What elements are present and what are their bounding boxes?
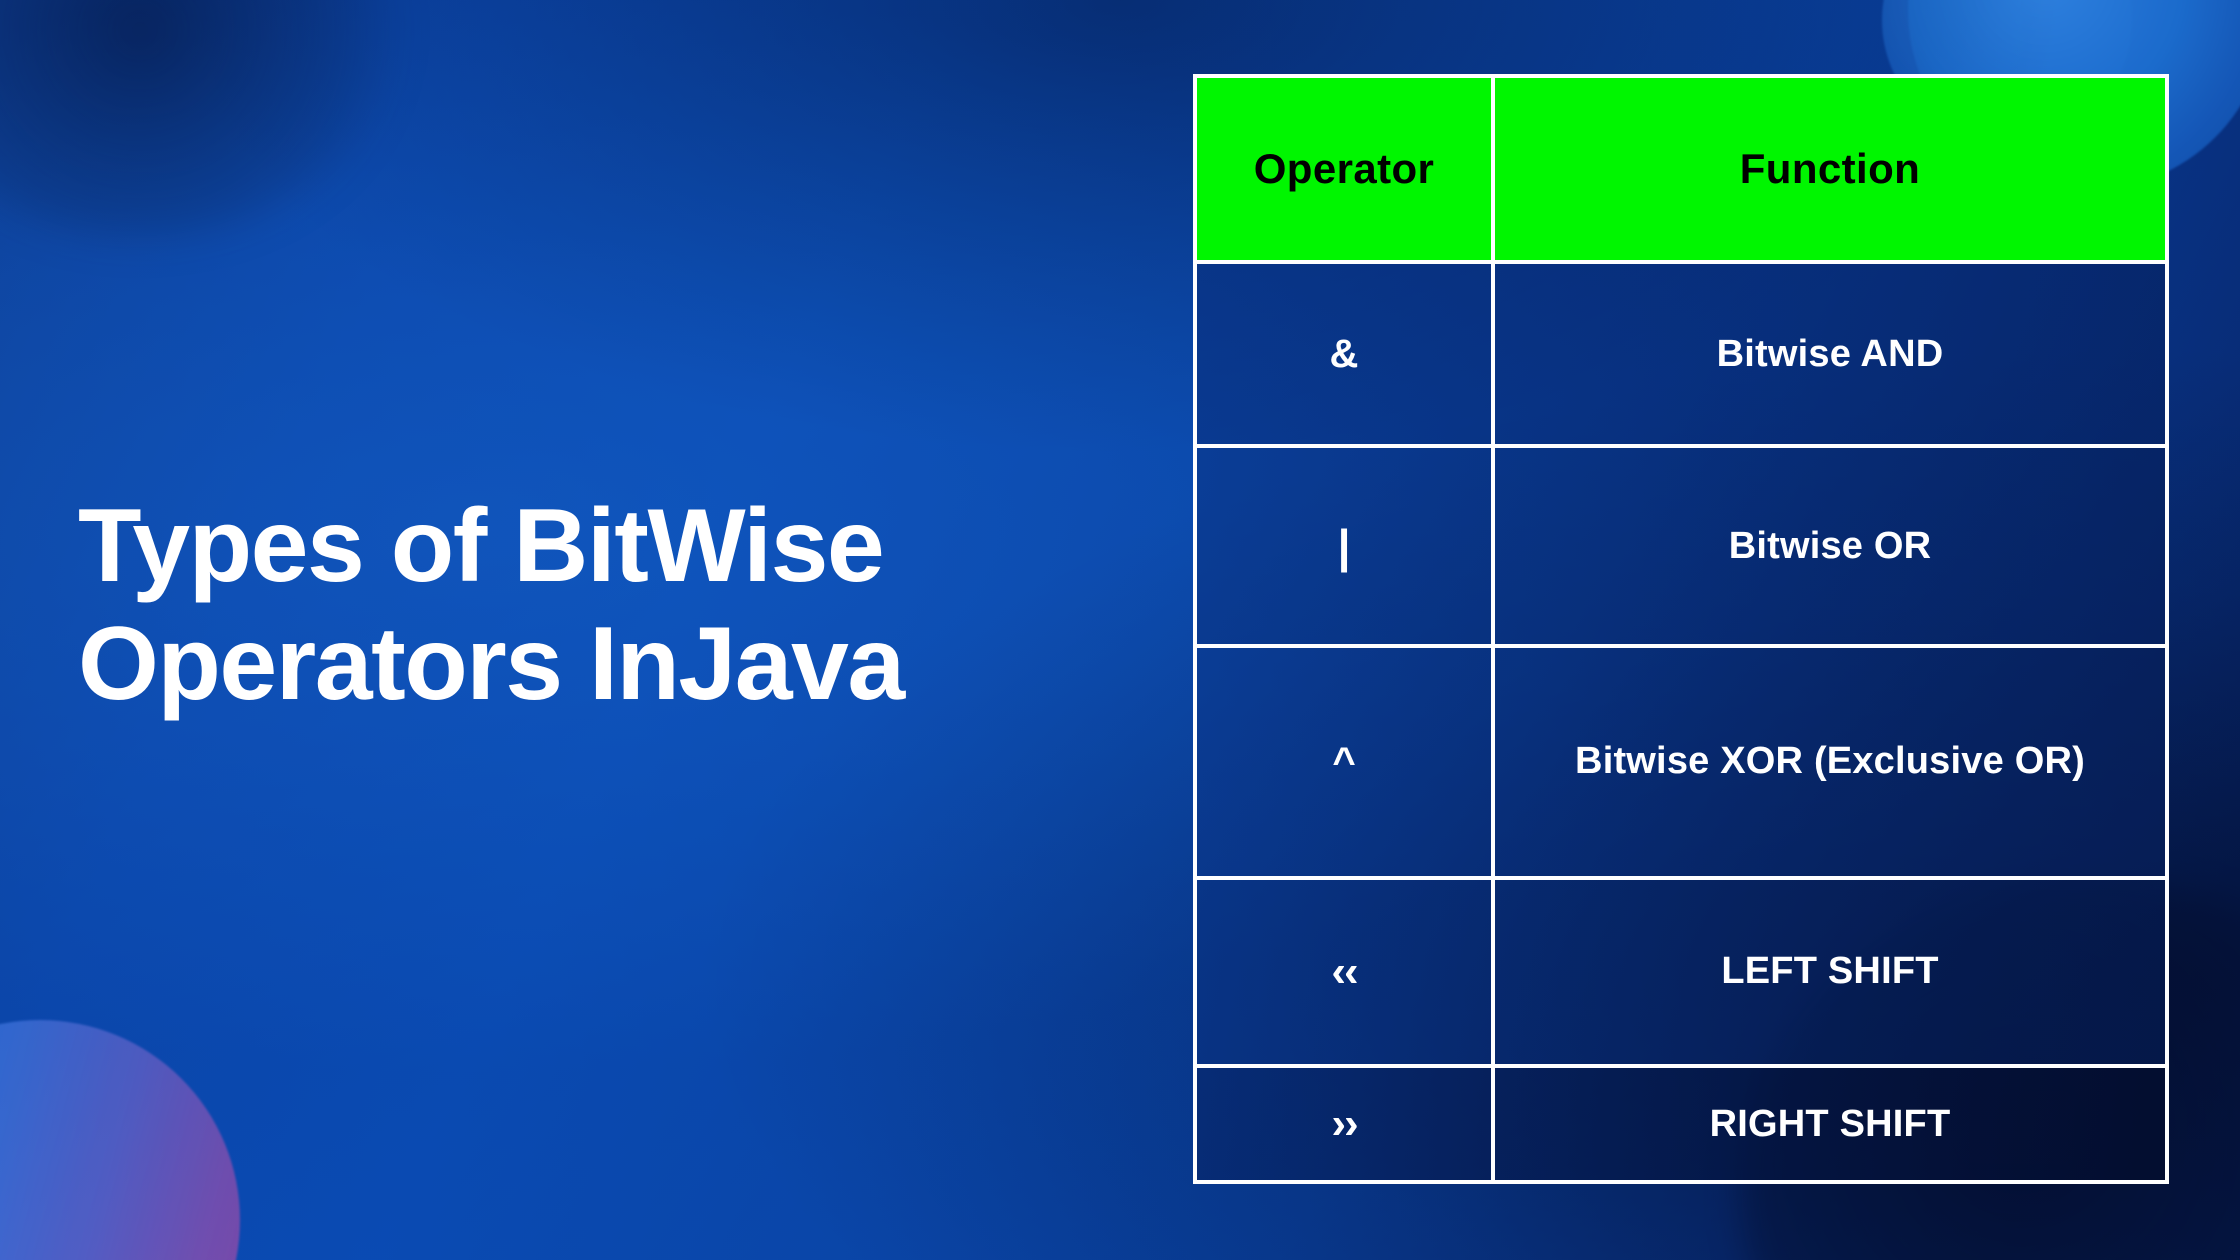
operator-symbol-right-shift: ››	[1331, 1099, 1358, 1149]
table-cell-operator: ‹‹	[1197, 879, 1495, 1065]
page-title-line-2: Operators InJava	[78, 605, 905, 722]
table-row: ‹‹ LEFT SHIFT	[1197, 879, 2165, 1069]
table-cell-operator: ^	[1197, 647, 1495, 876]
function-label-xor: Bitwise XOR (Exclusive OR)	[1575, 740, 2085, 783]
function-label-and: Bitwise AND	[1716, 332, 1944, 375]
operator-symbol-xor: ^	[1332, 739, 1356, 784]
table-header-function-label: Function	[1739, 144, 1921, 192]
function-label-right-shift: RIGHT SHIFT	[1709, 1102, 1951, 1145]
bitwise-operators-table: Operator Function & Bitwise AND | Bitwis…	[1193, 74, 2169, 1184]
table-row: | Bitwise OR	[1197, 448, 2165, 648]
page-title: Types of BitWise Operators InJava	[78, 488, 1168, 723]
page-title-line-1: Types of BitWise	[78, 488, 885, 604]
table-header-operator-label: Operator	[1253, 144, 1435, 192]
table-cell-function: Bitwise XOR (Exclusive OR)	[1495, 648, 2165, 876]
function-label-left-shift: LEFT SHIFT	[1721, 950, 1939, 993]
table-header-operator: Operator	[1197, 78, 1495, 260]
function-label-or: Bitwise OR	[1728, 524, 1932, 567]
table-cell-operator: |	[1197, 448, 1495, 644]
table-row: ^ Bitwise XOR (Exclusive OR)	[1197, 647, 2165, 880]
table-cell-function: Bitwise AND	[1495, 264, 2165, 445]
table-header-row: Operator Function	[1197, 78, 2165, 264]
table-row: & Bitwise AND	[1197, 263, 2165, 449]
operator-symbol-left-shift: ‹‹	[1331, 946, 1358, 996]
operator-symbol-or: |	[1337, 520, 1351, 573]
table-cell-function: Bitwise OR	[1495, 448, 2165, 644]
table-row: ›› RIGHT SHIFT	[1197, 1068, 2165, 1181]
operator-symbol-and: &	[1329, 332, 1359, 376]
table-cell-function: LEFT SHIFT	[1495, 880, 2165, 1065]
slide-canvas: Types of BitWise Operators InJava Operat…	[0, 0, 2240, 1260]
table-cell-operator: &	[1197, 263, 1495, 445]
table-header-function: Function	[1495, 78, 2165, 260]
table-cell-operator: ››	[1197, 1068, 1495, 1181]
table-cell-function: RIGHT SHIFT	[1495, 1068, 2165, 1180]
